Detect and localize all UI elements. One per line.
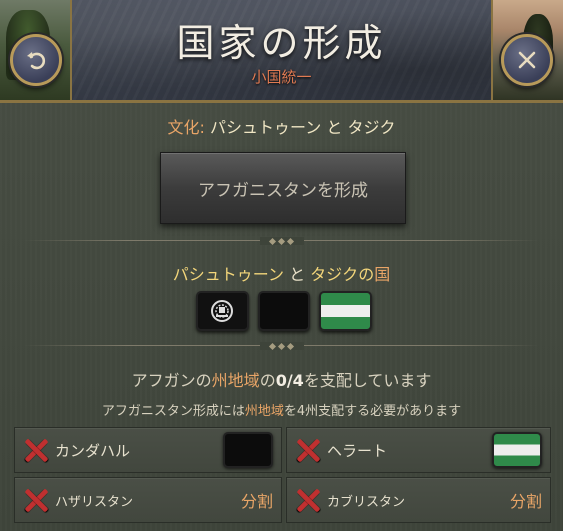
culture-prefix: 文化: (167, 118, 205, 137)
black-flag (223, 432, 273, 468)
missing-x-icon (23, 487, 49, 513)
region-status: 分割 (509, 492, 542, 511)
region-row[interactable]: カンダハル (14, 427, 282, 473)
status2-highlight: 州地域 (244, 404, 284, 419)
divider-bottom (24, 341, 539, 351)
region-flag-slot (492, 432, 542, 468)
culture-and: と (326, 118, 343, 137)
page-title: 国家の形成 (176, 21, 387, 65)
green-white-green-flag[interactable] (319, 291, 373, 331)
culture-line: 文化: パシュトゥーン と タジク (0, 114, 563, 138)
divider-ornament (259, 342, 304, 350)
divider-top (24, 236, 539, 246)
region-flag-slot (223, 432, 273, 468)
nations-suffix-no: の (358, 265, 375, 284)
culture-1: パシュトゥーン (210, 118, 322, 137)
divider-ornament (259, 237, 304, 245)
status2-b: を (283, 404, 297, 419)
missing-x-icon (295, 487, 321, 513)
black-flag[interactable] (257, 291, 311, 331)
culture-2: タジク (347, 118, 396, 137)
missing-x-icon (23, 437, 49, 463)
region-name: ヘラート (327, 441, 388, 460)
emblem-flag[interactable] (196, 291, 249, 331)
region-name: ハザリスタン (55, 494, 134, 510)
nations-and: と (289, 265, 306, 284)
nations-label: パシュトゥーン と タジクの国 (0, 261, 563, 285)
nations-culture-2: タジク (310, 265, 359, 284)
status1-count: 0/4 (275, 371, 304, 390)
provinces-controlled-status: アフガンの州地域の0/4を支配しています (0, 367, 563, 391)
nations-culture-1: パシュトゥーン (172, 265, 284, 284)
nations-suffix-word: 国 (374, 265, 391, 284)
window-header: 国家の形成 小国統一 (0, 0, 563, 103)
status2-c: 州支配する必要があります (305, 404, 462, 419)
region-name: カンダハル (55, 441, 131, 460)
nation-flags (196, 291, 373, 331)
region-row[interactable]: ヘラート (286, 427, 551, 473)
page-subtitle: 小国統一 (251, 68, 312, 86)
emblem-icon (211, 300, 234, 322)
region-row[interactable]: ハザリスタン 分割 (14, 477, 282, 523)
green-white-green-flag (492, 432, 542, 468)
status2-count: 4 (296, 404, 306, 419)
status2-a: アフガニスタン形成には (101, 404, 245, 419)
form-nation-button[interactable]: アフガニスタンを形成 (160, 152, 406, 224)
formation-requirement: アフガニスタン形成には州地域を4州支配する必要があります (0, 400, 563, 419)
missing-x-icon (295, 437, 321, 463)
status1-highlight: 州地域 (211, 371, 260, 390)
status1-b: の (259, 371, 276, 390)
region-row[interactable]: カブリスタン 分割 (286, 477, 551, 523)
region-name: カブリスタン (327, 494, 406, 510)
status1-c: を支配しています (303, 371, 432, 390)
status1-a: アフガンの (131, 371, 212, 390)
region-status: 分割 (240, 492, 273, 511)
